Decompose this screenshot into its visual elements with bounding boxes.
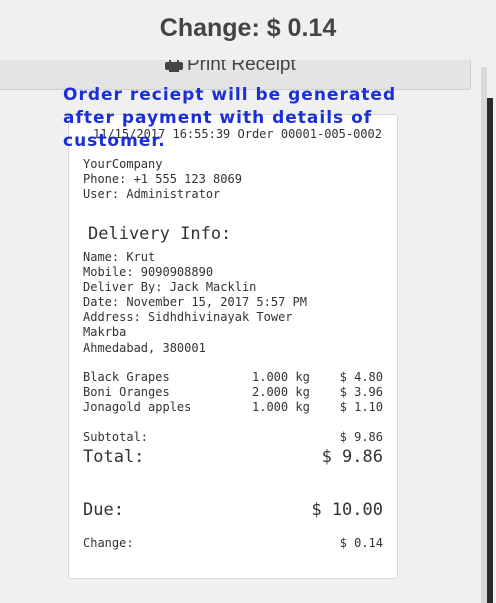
total-label: Total: [83, 447, 145, 467]
change-amount-header: Change: $ 0.14 [159, 14, 337, 42]
due-label: Due: [83, 500, 124, 520]
item-name: Jonagold apples [83, 400, 192, 414]
due-value: $ 10.00 [311, 500, 383, 520]
delivery-date: Date: November 15, 2017 5:57 PM [83, 295, 307, 309]
order-receipt: 11/15/2017 16:55:39 Order 00001-005-0002… [68, 114, 398, 579]
change-label: Change: [83, 536, 134, 550]
delivery-deliver-by: Deliver By: Jack Macklin [83, 280, 257, 294]
scrollbar-thumb[interactable] [487, 98, 493, 603]
item-qty: 1.000 kg [252, 400, 310, 414]
delivery-address-line2: Makrba [83, 325, 127, 339]
receipt-company: YourCompany [83, 157, 163, 171]
delivery-address-line3: Ahmedabad, 380001 [83, 341, 206, 355]
delivery-mobile: Mobile: 9090908890 [83, 265, 214, 279]
subtotal-value: $ 9.86 [339, 430, 383, 444]
receipt-annotation-note: Order reciept will be generated after pa… [63, 85, 397, 151]
item-name: Black Grapes [83, 370, 170, 384]
print-receipt-label[interactable]: Print Receipt [187, 60, 296, 75]
item-price: $ 3.96 [339, 385, 383, 399]
item-qty: 2.000 kg [252, 385, 310, 399]
delivery-address-line1: Address: Sidhdhivinayak Tower [83, 310, 293, 324]
printer-icon [165, 60, 183, 72]
total-value: $ 9.86 [321, 447, 383, 467]
item-qty: 1.000 kg [252, 370, 310, 384]
subtotal-label: Subtotal: [83, 430, 149, 444]
print-receipt-label-wrap[interactable]: Print Receipt [165, 60, 296, 76]
change-value: $ 0.14 [339, 536, 383, 550]
item-name: Boni Oranges [83, 385, 170, 399]
receipt-phone: Phone: +1 555 123 8069 [83, 172, 242, 186]
receipt-user: User: Administrator [83, 187, 221, 201]
item-price: $ 4.80 [339, 370, 383, 384]
delivery-name: Name: Krut [83, 250, 156, 264]
item-price: $ 1.10 [339, 400, 383, 414]
delivery-info-title: Delivery Info: [88, 224, 232, 244]
